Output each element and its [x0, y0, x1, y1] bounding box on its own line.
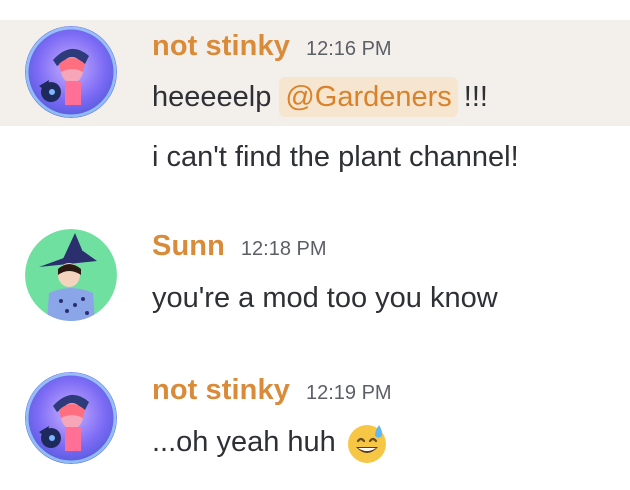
- username[interactable]: not stinky: [152, 30, 290, 63]
- message-content: heeeeelp @Gardeners !!!: [152, 77, 488, 117]
- timestamp[interactable]: 12:19 PM: [306, 382, 392, 405]
- avatar-not-stinky[interactable]: [25, 26, 117, 118]
- timestamp[interactable]: 12:18 PM: [241, 238, 327, 261]
- message-text: i can't find the plant channel!: [152, 140, 519, 173]
- message-text: ...oh yeah huh: [152, 425, 336, 458]
- message-text: you're a mod too you know: [152, 281, 498, 314]
- role-mention[interactable]: @Gardeners: [279, 77, 458, 117]
- message-header: not stinky 12:19 PM: [152, 374, 392, 414]
- message-text: !!!: [463, 80, 488, 113]
- avatar-not-stinky[interactable]: [25, 372, 117, 464]
- username[interactable]: Sunn: [152, 230, 225, 263]
- sweat-smile-emoji-icon[interactable]: [344, 419, 390, 465]
- avatar-sunn-image: [25, 229, 117, 321]
- message-header: Sunn 12:18 PM: [152, 230, 327, 270]
- message-header: not stinky 12:16 PM: [152, 30, 392, 70]
- username[interactable]: not stinky: [152, 374, 290, 407]
- message-content: ...oh yeah huh: [152, 418, 390, 466]
- avatar-sunn[interactable]: [25, 229, 117, 321]
- message-text: heeeeelp: [152, 80, 272, 113]
- message-content: i can't find the plant channel!: [152, 137, 519, 177]
- timestamp[interactable]: 12:16 PM: [306, 38, 392, 61]
- message-content: you're a mod too you know: [152, 278, 498, 318]
- avatar-not-stinky-image: [25, 26, 117, 118]
- avatar-not-stinky-image: [25, 372, 117, 464]
- chat-message-list: not stinky 12:16 PM heeeeelp @Gardeners …: [0, 0, 630, 490]
